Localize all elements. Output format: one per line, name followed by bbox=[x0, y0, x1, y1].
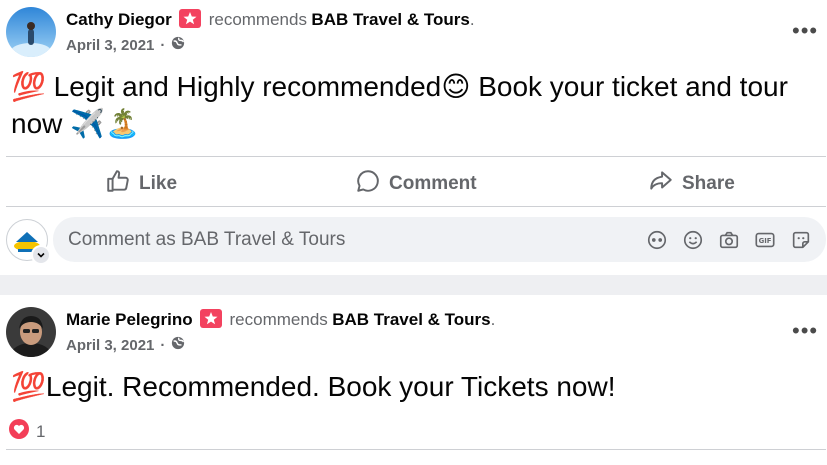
smile-emoji: 😊 bbox=[441, 71, 471, 102]
divider bbox=[6, 206, 826, 207]
post-text: 💯Legit. Recommended. Book your Tickets n… bbox=[11, 371, 616, 402]
recommends-text: recommends bbox=[229, 310, 328, 329]
travel-emoji: ✈️🏝️ bbox=[70, 108, 140, 139]
divider bbox=[6, 156, 826, 157]
post-header: Cathy Diegor recommends BAB Travel & Tou… bbox=[66, 9, 475, 29]
comment-bubble-icon bbox=[355, 168, 381, 200]
recommendation-badge-icon bbox=[200, 309, 223, 328]
post-meta: April 3, 2021 · bbox=[66, 36, 185, 55]
comment-input[interactable]: Comment as BAB Travel & Tours GIF bbox=[53, 217, 826, 262]
feed-separator bbox=[0, 275, 827, 295]
share-label: Share bbox=[682, 173, 735, 194]
hundred-emoji: 💯 bbox=[11, 371, 46, 402]
page-name-link[interactable]: BAB Travel & Tours bbox=[311, 10, 469, 29]
globe-icon bbox=[171, 36, 185, 55]
sticker-icon[interactable] bbox=[790, 229, 812, 251]
like-button[interactable]: Like bbox=[105, 168, 177, 200]
post-date[interactable]: April 3, 2021 bbox=[66, 337, 154, 354]
comment-placeholder: Comment as BAB Travel & Tours bbox=[68, 228, 346, 250]
recommends-text: recommends bbox=[208, 10, 307, 29]
emoji-icon[interactable] bbox=[682, 229, 704, 251]
author-name[interactable]: Marie Pelegrino bbox=[66, 310, 193, 329]
svg-text:GIF: GIF bbox=[759, 237, 772, 245]
divider bbox=[6, 449, 826, 450]
reaction-count: 1 bbox=[36, 421, 46, 441]
more-options-icon[interactable]: ••• bbox=[792, 318, 818, 344]
gif-icon[interactable]: GIF bbox=[754, 229, 776, 251]
share-arrow-icon bbox=[648, 168, 674, 200]
comment-button[interactable]: Comment bbox=[355, 168, 477, 200]
globe-icon bbox=[171, 336, 185, 355]
share-button[interactable]: Share bbox=[648, 168, 735, 200]
chevron-down-icon[interactable] bbox=[31, 245, 51, 265]
thumbs-up-icon bbox=[105, 168, 131, 200]
recommendation-badge-icon bbox=[179, 9, 202, 28]
author-name[interactable]: Cathy Diegor bbox=[66, 10, 172, 29]
author-avatar[interactable] bbox=[6, 307, 56, 357]
camera-icon[interactable] bbox=[718, 229, 740, 251]
post-text: 💯 Legit and Highly recommended😊 Book you… bbox=[11, 71, 788, 139]
reactions-summary[interactable]: 1 bbox=[8, 418, 45, 445]
like-label: Like bbox=[139, 173, 178, 194]
post-header: Marie Pelegrino recommends BAB Travel & … bbox=[66, 309, 496, 329]
hundred-emoji: 💯 bbox=[11, 71, 46, 102]
love-reaction-icon bbox=[8, 418, 30, 445]
comment-label: Comment bbox=[389, 173, 477, 194]
post-date[interactable]: April 3, 2021 bbox=[66, 37, 154, 54]
post-meta: April 3, 2021 · bbox=[66, 336, 185, 355]
author-avatar[interactable] bbox=[6, 7, 56, 57]
page-name-link[interactable]: BAB Travel & Tours bbox=[332, 310, 490, 329]
more-options-icon[interactable]: ••• bbox=[792, 18, 818, 44]
avatar-sticker-icon[interactable] bbox=[646, 229, 668, 251]
